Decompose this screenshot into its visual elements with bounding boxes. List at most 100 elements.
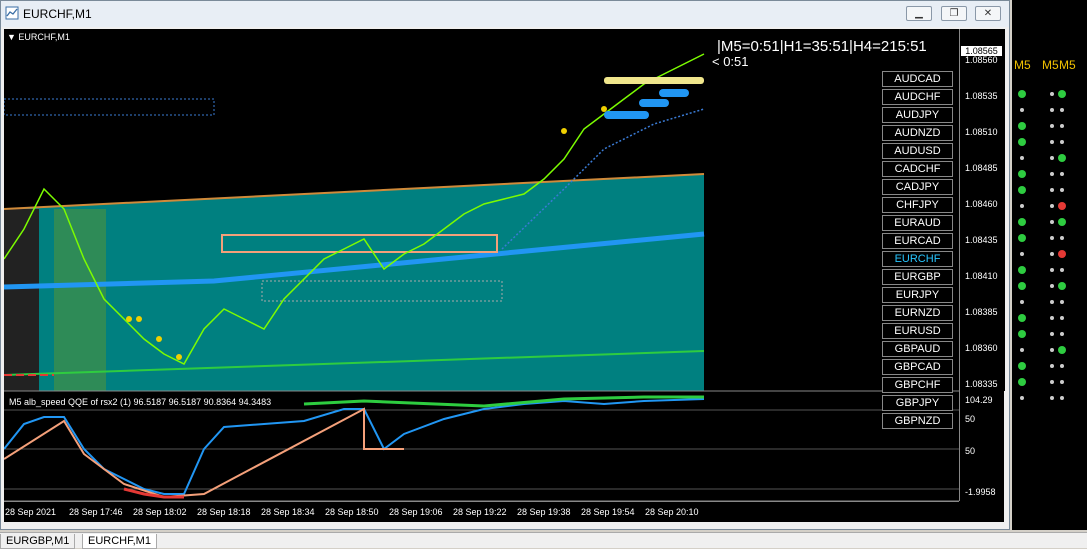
symbol-button-gbpnzd[interactable]: GBPNZD bbox=[882, 413, 953, 429]
signal-dot bbox=[1060, 124, 1064, 128]
symbol-button-eurgbp[interactable]: EURGBP bbox=[882, 269, 953, 285]
indicator-tick-label: 104.29 bbox=[965, 395, 993, 405]
time-axis: 28 Sep 2021 28 Sep 17:46 28 Sep 18:02 28 Se… bbox=[4, 501, 959, 523]
signal-dot bbox=[1050, 300, 1054, 304]
panel-header-m5: M5 bbox=[1014, 58, 1031, 72]
price-tick-label: 1.08335 bbox=[965, 379, 998, 389]
signal-dot bbox=[1060, 108, 1064, 112]
signal-dot bbox=[1060, 300, 1064, 304]
chart-canvas[interactable]: ▼ EURCHF,M1 |M5=0:51|H1=35:51|H4=215:51 … bbox=[4, 29, 1005, 523]
signal-dot bbox=[1060, 172, 1064, 176]
signal-dot bbox=[1050, 332, 1054, 336]
symbol-button-audnzd[interactable]: AUDNZD bbox=[882, 125, 953, 141]
symbol-button-gbpcad[interactable]: GBPCAD bbox=[882, 359, 953, 375]
signal-dot bbox=[1050, 268, 1054, 272]
signal-dot bbox=[1060, 236, 1064, 240]
signal-bar-yellow bbox=[604, 77, 704, 84]
signal-dot bbox=[1050, 220, 1054, 224]
minimize-button[interactable]: ▁ bbox=[906, 6, 932, 21]
symbol-button-chfjpy[interactable]: CHFJPY bbox=[882, 197, 953, 213]
symbol-button-gbpjpy[interactable]: GBPJPY bbox=[882, 395, 953, 411]
symbol-button-cadchf[interactable]: CADCHF bbox=[882, 161, 953, 177]
chart-window: EURCHF,M1 ▁ ❐ ✕ ▼ EURCHF,M1 |M5=0:51|H1=… bbox=[0, 0, 1010, 530]
price-tick-label: 1.08560 bbox=[965, 55, 998, 65]
signal-dot bbox=[1050, 284, 1054, 288]
symbol-button-cadjpy[interactable]: CADJPY bbox=[882, 179, 953, 195]
signal-dot bbox=[1050, 108, 1054, 112]
signal-dot bbox=[1060, 364, 1064, 368]
signal-bar-blue-3 bbox=[659, 89, 689, 97]
chart-tabs: EURGBP,M1 EURCHF,M1 bbox=[0, 532, 1087, 549]
symbol-button-audusd[interactable]: AUDUSD bbox=[882, 143, 953, 159]
signal-panel: M5 M5 M5 bbox=[1012, 0, 1087, 530]
signal-dot bbox=[1018, 378, 1026, 386]
symbol-button-audjpy[interactable]: AUDJPY bbox=[882, 107, 953, 123]
signal-dot bbox=[1050, 396, 1054, 400]
signal-dot bbox=[1060, 268, 1064, 272]
signal-dot bbox=[1050, 188, 1054, 192]
time-tick-label: 28 Sep 18:02 bbox=[133, 507, 187, 517]
chart-app-icon bbox=[5, 6, 19, 20]
symbol-button-gbpchf[interactable]: GBPCHF bbox=[882, 377, 953, 393]
time-tick-label: 28 Sep 19:54 bbox=[581, 507, 635, 517]
close-button[interactable]: ✕ bbox=[975, 6, 1001, 21]
price-tick-label: 1.08535 bbox=[965, 91, 998, 101]
price-chart[interactable] bbox=[4, 29, 959, 522]
symbol-button-audchf[interactable]: AUDCHF bbox=[882, 89, 953, 105]
signal-dot bbox=[1018, 314, 1026, 322]
time-tick-label: 28 Sep 20:10 bbox=[645, 507, 699, 517]
panel-header-m5-3: M5 bbox=[1059, 58, 1076, 72]
signal-dot bbox=[1018, 122, 1026, 130]
chart-symbol-label[interactable]: ▼ EURCHF,M1 bbox=[7, 32, 70, 42]
window-title: EURCHF,M1 bbox=[23, 7, 92, 21]
time-tick-label: 28 Sep 18:50 bbox=[325, 507, 379, 517]
symbol-button-euraud[interactable]: EURAUD bbox=[882, 215, 953, 231]
signal-dot bbox=[1050, 172, 1054, 176]
signal-dot bbox=[1020, 252, 1024, 256]
signal-dot bbox=[1050, 236, 1054, 240]
signal-dot bbox=[1050, 364, 1054, 368]
indicator-tick-label: 50 bbox=[965, 446, 976, 456]
price-tick-label: 1.08385 bbox=[965, 307, 998, 317]
symbol-button-gbpaud[interactable]: GBPAUD bbox=[882, 341, 953, 357]
symbol-button-eurjpy[interactable]: EURJPY bbox=[882, 287, 953, 303]
signal-dot bbox=[1018, 362, 1026, 370]
title-bar: EURCHF,M1 ▁ ❐ ✕ bbox=[1, 1, 1009, 27]
signal-dot bbox=[1050, 348, 1054, 352]
signal-dot bbox=[1050, 156, 1054, 160]
price-tick-label: 1.08460 bbox=[965, 199, 998, 209]
signal-dot bbox=[1058, 250, 1066, 258]
candle-timer: |M5=0:51|H1=35:51|H4=215:51 bbox=[717, 38, 927, 55]
signal-dot bbox=[1020, 348, 1024, 352]
signal-dot bbox=[1058, 218, 1066, 226]
restore-button[interactable]: ❐ bbox=[941, 6, 967, 21]
signal-dot bbox=[1018, 186, 1026, 194]
signal-dot bbox=[1058, 202, 1066, 210]
signal-dot bbox=[1018, 282, 1026, 290]
time-tick-label: 28 Sep 19:06 bbox=[389, 507, 443, 517]
signal-dot bbox=[1058, 90, 1066, 98]
signal-dot bbox=[1058, 282, 1066, 290]
price-tick-label: 1.08410 bbox=[965, 271, 998, 281]
signal-dot bbox=[1018, 218, 1026, 226]
price-tick-label: 1.08360 bbox=[965, 343, 998, 353]
qqe-line-slow bbox=[4, 407, 404, 499]
signal-dot bbox=[1060, 188, 1064, 192]
signal-dot bbox=[1020, 204, 1024, 208]
signal-dot bbox=[1060, 396, 1064, 400]
price-tick-label: 1.08510 bbox=[965, 127, 998, 137]
symbol-button-eurcad[interactable]: EURCAD bbox=[882, 233, 953, 249]
signal-dot bbox=[1020, 108, 1024, 112]
symbol-button-eurchf[interactable]: EURCHF bbox=[882, 251, 953, 267]
indicator-title: M5 alb_speed QQE of rsx2 (1) 96.5187 96.… bbox=[9, 397, 272, 407]
signal-dot bbox=[1050, 124, 1054, 128]
price-tick-label: 1.08435 bbox=[965, 235, 998, 245]
symbol-switcher: AUDCAD AUDCHF AUDJPY AUDNZD AUDUSD CADCHF CADJ… bbox=[882, 71, 953, 431]
signal-dot bbox=[1018, 90, 1026, 98]
symbol-button-eurusd[interactable]: EURUSD bbox=[882, 323, 953, 339]
signal-dot bbox=[1058, 346, 1066, 354]
symbol-button-eurnzd[interactable]: EURNZD bbox=[882, 305, 953, 321]
signal-dot bbox=[1020, 300, 1024, 304]
symbol-button-audcad[interactable]: AUDCAD bbox=[882, 71, 953, 87]
signal-dot bbox=[1020, 396, 1024, 400]
